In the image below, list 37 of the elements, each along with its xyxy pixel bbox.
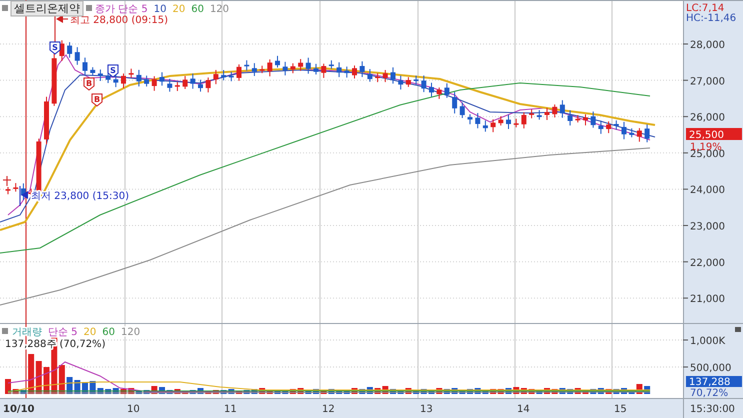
time-label: 15:30:00	[690, 404, 735, 415]
legend-label: 20	[84, 327, 96, 338]
legend-label: 20	[172, 4, 186, 15]
hc-value: HC:-11,46	[686, 13, 736, 24]
legend-label: 10	[154, 4, 166, 15]
date-label: 14	[517, 404, 530, 415]
legend-label: 60	[191, 4, 204, 15]
date-label: 10	[127, 404, 140, 415]
date-label: 10/10	[3, 404, 34, 415]
axis-label: 22,000	[690, 258, 725, 269]
date-label: 15	[614, 404, 627, 415]
signal-marker: S	[50, 42, 60, 55]
axis-label: 28,000	[690, 40, 725, 51]
stock-name-label: 셀트리온제약	[10, 0, 84, 16]
axis-label: 27,000	[690, 76, 725, 88]
legend-label: 60	[102, 327, 116, 338]
axis-label: 21,000	[690, 294, 725, 306]
axis-label: 1,000K	[690, 336, 726, 347]
signal-marker: B	[84, 78, 94, 91]
legend-label: 120	[121, 327, 140, 338]
signal-marker: B	[92, 94, 102, 107]
date-label: 13	[420, 404, 433, 415]
volume-badge: 137,288	[686, 376, 742, 388]
volume-ratio: 70,72%	[690, 388, 728, 399]
axis-label: 500,000	[690, 363, 732, 374]
axis-label: 25,000	[690, 148, 725, 160]
price-badge: 25,500	[686, 128, 742, 141]
legend-label: 120	[210, 4, 230, 15]
legend-label: 단순 5	[48, 327, 78, 338]
axis-label: 23,000	[690, 222, 725, 232]
lc-value: LC:7,14	[686, 3, 724, 14]
legend-label: 종가 단순 5	[95, 4, 148, 15]
date-label: 11	[224, 404, 237, 415]
axis-label: 26,000	[690, 112, 725, 124]
axis-label: 24,000	[690, 185, 725, 196]
signal-marker: S	[108, 64, 118, 78]
date-label: 12	[322, 404, 335, 415]
